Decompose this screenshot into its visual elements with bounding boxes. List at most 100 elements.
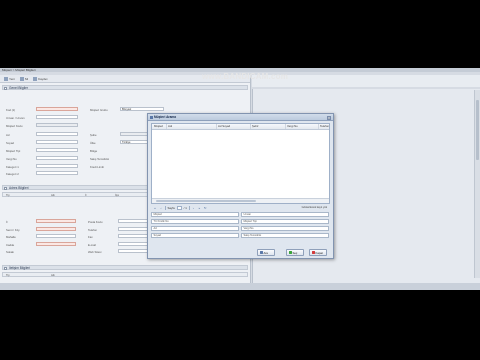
collapse-icon: [4, 267, 7, 270]
filter-title[interactable]: Unvan: [241, 212, 329, 217]
first-name-field[interactable]: [36, 132, 78, 136]
contact-section-header[interactable]: İletişim Bilgileri: [2, 265, 248, 270]
filter-id-no[interactable]: TC Kimlik No: [151, 219, 239, 224]
search-results-grid[interactable]: Müşteri Adı Ad Soyad Şehir Vergi No Tele…: [151, 123, 330, 204]
label-website: Web Sitesi: [88, 250, 102, 254]
dialog-title-bar[interactable]: Müşteri Arama: [148, 114, 333, 121]
paging-info: Gösterilecek kayıt yok: [301, 206, 327, 209]
label-country: Ülke: [90, 141, 96, 145]
label-fax: Fax: [88, 235, 93, 239]
general-section-header[interactable]: Genel Bilgiler: [2, 85, 248, 90]
label-postal-code: Posta Kodu: [88, 220, 103, 224]
website-field[interactable]: [118, 249, 148, 253]
label-category-1: Kategori 1: [6, 165, 19, 169]
column-divider: [216, 124, 217, 129]
label-region: Bölge: [90, 149, 98, 153]
new-button[interactable]: Yeni: [4, 76, 15, 81]
col-tax-no[interactable]: Vergi No: [287, 124, 298, 129]
label-title: Unvan / Unvan: [6, 116, 25, 120]
column-divider: [166, 124, 167, 129]
filter-tax-no[interactable]: Vergi No: [241, 226, 329, 231]
neighborhood-field[interactable]: [36, 234, 76, 238]
fax-field[interactable]: [118, 234, 148, 238]
customer-type-field[interactable]: [36, 148, 78, 152]
filter-last-name[interactable]: Soyad: [151, 233, 239, 238]
customer-code-field[interactable]: [36, 123, 78, 127]
close-button[interactable]: Kapat: [309, 249, 327, 256]
col-name[interactable]: Adı: [168, 124, 172, 129]
col-phone[interactable]: Telefon: [320, 124, 329, 129]
search-filters: Müşteri Unvan TC Kimlik No Müşteri Tipi …: [151, 212, 330, 245]
code-field[interactable]: [36, 107, 78, 111]
label-last-name: Soyad: [6, 141, 14, 145]
column-divider: [250, 124, 251, 129]
close-icon: [311, 251, 315, 254]
filter-first-name[interactable]: Ad: [151, 226, 239, 231]
scrollbar-thumb[interactable]: [156, 200, 256, 202]
label-first-name: Ad: [6, 133, 10, 137]
scrollbar-thumb[interactable]: [476, 100, 479, 160]
search-icon: [259, 251, 263, 254]
district-field[interactable]: [36, 227, 76, 231]
delete-button[interactable]: Sil: [19, 76, 28, 81]
check-icon: [288, 251, 292, 254]
label-phone: Telefon: [88, 228, 98, 232]
label-email: E-mail: [88, 243, 96, 247]
filter-customer[interactable]: Müşteri: [151, 212, 239, 217]
label-province: İl: [6, 220, 8, 224]
last-name-field[interactable]: [36, 140, 78, 144]
customer-group-select[interactable]: Bireysel: [120, 107, 164, 111]
label-branch: Şube: [90, 133, 97, 137]
title-field[interactable]: [36, 115, 78, 119]
close-icon[interactable]: ×: [327, 115, 331, 120]
column-divider: [285, 124, 286, 129]
col-city[interactable]: Şehir: [252, 124, 259, 129]
collapse-icon: [4, 187, 7, 190]
select-button[interactable]: Seç: [286, 249, 304, 256]
filter-customer-type[interactable]: Müşteri Tipi: [241, 219, 329, 224]
filter-sales-rep[interactable]: Satış Temsilcisi: [241, 233, 329, 238]
tax-no-field[interactable]: [36, 156, 78, 160]
label-district: Semt / Köy: [6, 228, 20, 232]
category-1-field[interactable]: [36, 164, 78, 168]
col-full-name[interactable]: Ad Soyad: [218, 124, 230, 129]
label-customer-group: Müşteri Grubu: [90, 108, 108, 112]
prev-page-icon[interactable]: ‹: [159, 206, 163, 210]
horizontal-scrollbar[interactable]: [152, 198, 329, 203]
next-page-icon[interactable]: ›: [191, 206, 195, 210]
first-page-icon[interactable]: «: [153, 206, 157, 210]
refresh-icon[interactable]: ↻: [203, 206, 207, 210]
label-avenue: Sokak: [6, 250, 14, 254]
col-customer[interactable]: Müşteri: [154, 124, 163, 129]
save-button[interactable]: Kaydet: [33, 76, 47, 81]
pagination-bar: « ‹ Sayfa / 1 › » ↻ Gösterilecek kayıt y…: [151, 205, 330, 211]
label-tax-no: Vergi No: [6, 157, 17, 161]
label-code: Kod (1): [6, 108, 16, 112]
phone-field[interactable]: [118, 227, 148, 231]
column-divider: [318, 124, 319, 129]
new-icon: [4, 76, 8, 81]
contact-col-type: Tip: [6, 274, 10, 277]
address-col-type: Tip: [6, 194, 10, 197]
postal-code-field[interactable]: [118, 219, 148, 223]
category-2-field[interactable]: [36, 171, 78, 175]
province-field[interactable]: [36, 219, 76, 223]
search-button[interactable]: Ara: [257, 249, 275, 256]
label-sales-rep: Satış Temsilcisi: [90, 157, 110, 161]
results-grid-header: Müşteri Adı Ad Soyad Şehir Vergi No Tele…: [152, 124, 329, 130]
label-neighborhood: Mahalle: [6, 235, 16, 239]
status-bar: [0, 283, 480, 290]
label-customer-code: Müşteri Kodu: [6, 124, 23, 128]
country-select[interactable]: Türkiye: [120, 140, 150, 144]
branch-field[interactable]: [120, 132, 150, 136]
last-page-icon[interactable]: »: [197, 206, 201, 210]
street-field[interactable]: [36, 242, 76, 246]
email-field[interactable]: [118, 242, 148, 246]
delete-icon: [19, 76, 24, 81]
page-number-input[interactable]: [176, 206, 182, 210]
label-category-2: Kategori 2: [6, 172, 19, 176]
separator: [188, 206, 190, 210]
label-customer-type: Müşteri Tipi: [6, 149, 21, 153]
label-street: Cadde: [6, 243, 15, 247]
vertical-scrollbar[interactable]: [474, 90, 480, 278]
